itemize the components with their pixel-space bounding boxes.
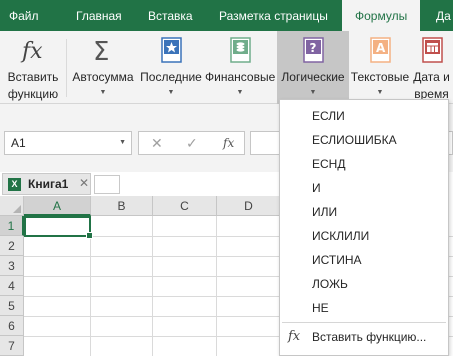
datetime-functions-button[interactable]: Дата и время xyxy=(410,31,453,104)
menu-item-if[interactable]: ЕСЛИ xyxy=(280,104,448,128)
menu-item-ifna[interactable]: ЕСНД xyxy=(280,152,448,176)
row-header-7[interactable]: 7 xyxy=(0,336,24,356)
close-icon[interactable]: ✕ xyxy=(79,176,89,190)
chevron-down-icon: ▼ xyxy=(236,89,244,96)
tab-insert[interactable]: Вставка xyxy=(148,0,193,31)
menu-item-not[interactable]: НЕ xyxy=(280,296,448,320)
menu-item-iferror[interactable]: ЕСЛИОШИБКА xyxy=(280,128,448,152)
row-header-1[interactable]: 1 xyxy=(0,216,24,236)
row-header-2[interactable]: 2 xyxy=(0,236,24,256)
new-workbook-tab[interactable] xyxy=(94,175,120,194)
tab-home[interactable]: Главная xyxy=(76,0,122,31)
formula-buttons: ✕ ✓ fx xyxy=(138,131,245,155)
column-header-c[interactable]: C xyxy=(153,196,217,216)
excel-file-icon: X xyxy=(8,178,21,191)
selected-cell-a1[interactable] xyxy=(24,216,93,239)
menu-item-false[interactable]: ЛОЖЬ xyxy=(280,272,448,296)
text-functions-label: Текстовые xyxy=(350,70,410,84)
svg-text:A: A xyxy=(376,41,386,55)
recent-functions-label: Последние xyxy=(140,70,202,84)
svg-text:fx: fx xyxy=(20,39,43,64)
chevron-down-icon: ▼ xyxy=(167,89,175,96)
calendar-book-icon xyxy=(421,37,443,63)
text-functions-button[interactable]: A Текстовые ▼ xyxy=(350,31,410,104)
ribbon-separator xyxy=(66,39,67,97)
grid-line xyxy=(216,216,217,356)
column-header-a[interactable]: A xyxy=(24,196,91,216)
cancel-icon[interactable]: ✕ xyxy=(151,135,163,152)
menu-separator xyxy=(282,322,446,323)
datetime-label-1: Дата и xyxy=(413,70,450,84)
tab-page-layout[interactable]: Разметка страницы xyxy=(219,0,328,31)
ribbon-formulas: fx Вставить функцию Σ Автосумма ▼ Послед… xyxy=(0,31,453,104)
logical-book-icon: ? xyxy=(303,37,324,63)
insert-function-menu-label: Вставить функцию... xyxy=(312,330,427,344)
text-book-icon: A xyxy=(370,37,391,63)
autosum-button[interactable]: Σ Автосумма ▼ xyxy=(70,31,136,104)
financial-book-icon xyxy=(230,37,251,63)
menu-item-insert-function[interactable]: fx Вставить функцию... xyxy=(280,325,448,349)
chevron-down-icon: ▼ xyxy=(309,89,317,96)
tab-file[interactable]: Файл xyxy=(9,0,39,31)
tab-data[interactable]: Да xyxy=(436,0,451,31)
select-all-button[interactable] xyxy=(0,196,24,216)
workbook-tab[interactable]: X Книга1 ✕ xyxy=(2,173,91,195)
recent-functions-button[interactable]: Последние ▼ xyxy=(138,31,204,104)
column-header-d[interactable]: D xyxy=(217,196,281,216)
fx-icon: fx xyxy=(20,39,43,64)
star-book-icon xyxy=(161,37,182,63)
autosum-label: Автосумма xyxy=(72,70,134,84)
svg-text:?: ? xyxy=(310,41,317,55)
financial-functions-label: Финансовые xyxy=(205,70,276,84)
menu-item-true[interactable]: ИСТИНА xyxy=(280,248,448,272)
column-header-b[interactable]: B xyxy=(91,196,153,216)
enter-icon[interactable]: ✓ xyxy=(186,135,198,152)
workbook-name: Книга1 xyxy=(28,177,69,191)
menu-item-or[interactable]: ИЛИ xyxy=(280,200,448,224)
tab-formulas[interactable]: Формулы xyxy=(342,0,421,31)
row-header-6[interactable]: 6 xyxy=(0,316,24,336)
row-header-5[interactable]: 5 xyxy=(0,296,24,316)
ribbon-tab-bar: Файл Главная Вставка Разметка страницы Ф… xyxy=(0,0,453,31)
insert-function-label-2: функцию xyxy=(7,87,59,101)
row-header-3[interactable]: 3 xyxy=(0,256,24,276)
fx-icon: fx xyxy=(288,329,301,344)
name-box-value: A1 xyxy=(11,136,26,150)
menu-item-xor[interactable]: ИСКЛИЛИ xyxy=(280,224,448,248)
insert-function-icon[interactable]: fx xyxy=(223,136,234,150)
row-header-4[interactable]: 4 xyxy=(0,276,24,296)
insert-function-button[interactable]: fx Вставить функцию xyxy=(2,31,64,104)
menu-item-and[interactable]: И xyxy=(280,176,448,200)
sigma-icon: Σ xyxy=(93,37,109,64)
chevron-down-icon: ▼ xyxy=(376,89,384,96)
chevron-down-icon[interactable]: ▼ xyxy=(119,132,126,154)
svg-text:Σ: Σ xyxy=(93,37,109,64)
logical-functions-menu: ЕСЛИ ЕСЛИОШИБКА ЕСНД И ИЛИ ИСКЛИЛИ ИСТИН… xyxy=(279,99,449,356)
financial-functions-button[interactable]: Финансовые ▼ xyxy=(205,31,275,104)
grid-line xyxy=(152,216,153,356)
chevron-down-icon: ▼ xyxy=(99,89,107,96)
name-box[interactable]: A1 ▼ xyxy=(4,131,132,155)
logical-functions-label: Логические xyxy=(281,70,345,84)
insert-function-label-1: Вставить xyxy=(7,70,59,84)
logical-functions-button[interactable]: ? Логические ▼ xyxy=(277,31,349,104)
